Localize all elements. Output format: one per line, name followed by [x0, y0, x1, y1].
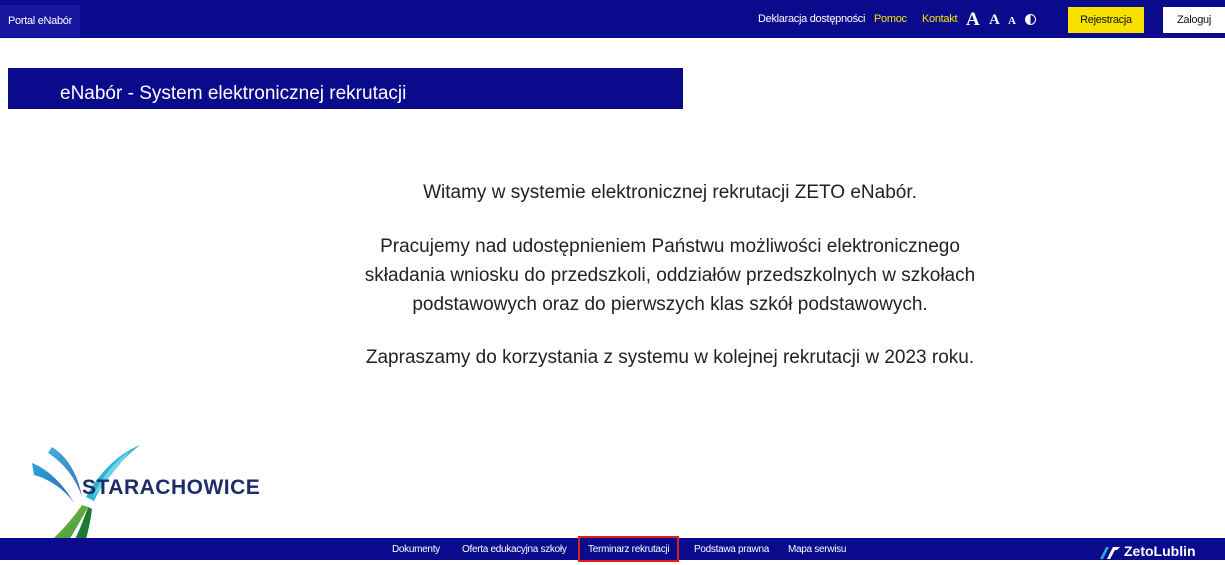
footer-link-sitemap[interactable]: Mapa serwisu — [788, 538, 846, 560]
invitation-text: Zapraszamy do korzystania z systemu w ko… — [365, 347, 975, 368]
page-title: eNabór - System elektronicznej rekrutacj… — [60, 83, 407, 104]
info-line-1: Pracujemy nad udostępnieniem Państwu moż… — [380, 236, 960, 257]
contrast-icon[interactable] — [1025, 14, 1036, 25]
font-size-large-button[interactable]: A — [966, 9, 980, 31]
login-button[interactable]: Zaloguj — [1163, 7, 1225, 33]
logo-text: STARACHOWICE — [82, 476, 261, 499]
footer-link-school-offer[interactable]: Oferta edukacyjna szkoły — [462, 538, 567, 560]
footer-link-recruitment-schedule[interactable]: Terminarz rekrutacji — [577, 536, 680, 562]
footer-link-documents[interactable]: Dokumenty — [392, 538, 440, 560]
info-paragraph: Pracujemy nad udostępnieniem Państwu moż… — [280, 232, 1060, 319]
contact-link[interactable]: Kontakt — [922, 0, 958, 38]
help-link[interactable]: Pomoc — [874, 0, 907, 38]
info-line-3: podstawowych oraz do pierwszych klas szk… — [412, 294, 928, 315]
info-line-2: składania wniosku do przedszkoli, oddzia… — [364, 265, 976, 286]
page-title-banner: eNabór - System elektronicznej rekrutacj… — [8, 68, 683, 109]
accessibility-declaration-link[interactable]: Deklaracja dostępności — [758, 0, 865, 38]
zetolublin-logo-icon — [1100, 547, 1120, 560]
footer-bar: Dokumenty Oferta edukacyjna szkoły Termi… — [0, 536, 1225, 562]
register-button[interactable]: Rejestracja — [1068, 7, 1144, 33]
portal-home-tab[interactable]: Portal eNabór — [0, 5, 80, 37]
welcome-text: Witamy w systemie elektronicznej rekruta… — [423, 182, 917, 203]
brand-name: ZetoLublin — [1124, 543, 1196, 559]
font-size-medium-button[interactable]: A — [989, 12, 1000, 29]
top-navigation-bar: Portal eNabór Deklaracja dostępności Pom… — [0, 0, 1225, 38]
zetolublin-brand[interactable]: ZetoLublin — [1100, 538, 1196, 560]
footer-link-legal-basis[interactable]: Podstawa prawna — [694, 538, 769, 560]
font-size-small-button[interactable]: A — [1008, 15, 1016, 27]
